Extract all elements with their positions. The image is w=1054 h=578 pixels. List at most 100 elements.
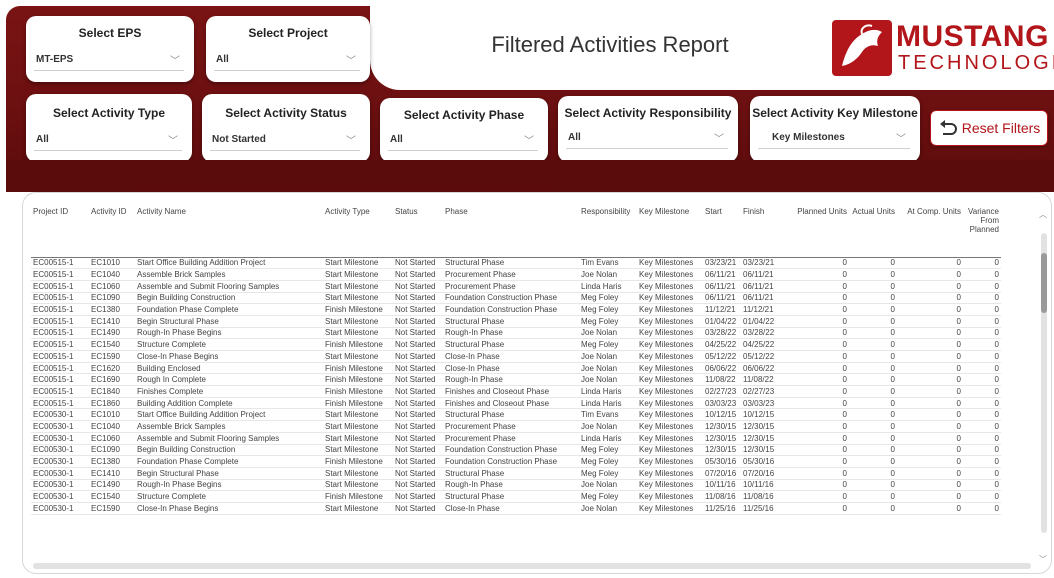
table-row[interactable]: EC00515-1 EC1060 Assemble and Submit Floor… bbox=[31, 280, 1001, 293]
table-row[interactable]: EC00515-1 EC1490 Rough-In Phase Begins Star… bbox=[31, 327, 1001, 340]
table-row[interactable]: EC00530-1 EC1410 Begin Structural Phase Sta… bbox=[31, 467, 1001, 480]
table-cell: Finish Milestone bbox=[323, 385, 393, 398]
activity-key-milestone-slicer[interactable]: Select Activity Key Milestone Key Milest… bbox=[750, 96, 920, 162]
column-header[interactable]: Activity Name bbox=[135, 205, 323, 258]
table-cell: 0 bbox=[963, 280, 1001, 293]
table-cell: Key Milestones bbox=[637, 338, 703, 351]
chevron-down-icon[interactable]: ﹀ bbox=[896, 130, 906, 145]
table-cell: 0 bbox=[963, 397, 1001, 410]
column-header[interactable]: Phase bbox=[443, 205, 579, 258]
table-cell: 11/12/21 bbox=[741, 303, 791, 316]
table-row[interactable]: EC00515-1 EC1860 Building Addition Complet… bbox=[31, 397, 1001, 410]
column-header[interactable]: Actual Units bbox=[849, 205, 897, 258]
table-row[interactable]: EC00515-1 EC1540 Structure Complete Finish … bbox=[31, 338, 1001, 351]
table-cell: 03/23/21 bbox=[703, 257, 741, 270]
chevron-down-icon[interactable]: ﹀ bbox=[170, 52, 180, 67]
scroll-up-icon[interactable]: ︿ bbox=[1039, 209, 1047, 220]
column-header[interactable]: Planned Units bbox=[791, 205, 849, 258]
table-cell: EC1090 bbox=[89, 444, 135, 457]
horizontal-scrollbar[interactable] bbox=[33, 563, 1031, 569]
table-cell: 0 bbox=[791, 479, 849, 492]
table-cell: 0 bbox=[791, 362, 849, 375]
chevron-down-icon[interactable]: ﹀ bbox=[346, 52, 356, 67]
column-header[interactable]: Variance From Planned bbox=[963, 205, 1001, 258]
activity-type-slicer-value[interactable]: All bbox=[36, 134, 49, 145]
table-cell: 03/28/22 bbox=[741, 327, 791, 340]
table-cell: 04/25/22 bbox=[741, 338, 791, 351]
activity-status-slicer[interactable]: Select Activity Status Not Started ﹀ bbox=[202, 94, 370, 162]
table-cell: Key Milestones bbox=[637, 373, 703, 387]
table-row[interactable]: EC00515-1 EC1410 Begin Structural Phase Sta… bbox=[31, 315, 1001, 328]
table-cell: EC00515-1 bbox=[31, 385, 89, 398]
column-header[interactable]: Activity Type bbox=[323, 205, 393, 258]
table-cell: EC00530-1 bbox=[31, 502, 89, 515]
activity-phase-slicer-value[interactable]: All bbox=[390, 134, 403, 145]
table-row[interactable]: EC00515-1 EC1620 Building Enclosed Finish M… bbox=[31, 362, 1001, 375]
table-cell: Not Started bbox=[393, 467, 443, 480]
scroll-down-icon[interactable]: ﹀ bbox=[1039, 554, 1047, 565]
table-cell: 0 bbox=[849, 432, 897, 445]
activity-phase-slicer[interactable]: Select Activity Phase All ﹀ bbox=[380, 98, 548, 162]
table-cell: Rough-In Phase bbox=[443, 479, 579, 492]
slicer-underline bbox=[214, 70, 360, 71]
table-row[interactable]: EC00530-1 EC1380 Foundation Phase Complete… bbox=[31, 455, 1001, 468]
chevron-down-icon[interactable]: ﹀ bbox=[346, 132, 356, 147]
table-row[interactable]: EC00515-1 EC1040 Assemble Brick Samples Sta… bbox=[31, 268, 1001, 281]
table-row[interactable]: EC00530-1 EC1040 Assemble Brick Samples Sta… bbox=[31, 420, 1001, 433]
column-header[interactable]: Finish bbox=[741, 205, 791, 258]
eps-slicer-value[interactable]: MT-EPS bbox=[36, 54, 73, 65]
table-row[interactable]: EC00515-1 EC1380 Foundation Phase Complete… bbox=[31, 303, 1001, 316]
table-cell: EC00530-1 bbox=[31, 444, 89, 457]
table-row[interactable]: EC00515-1 EC1690 Rough In Complete Finish M… bbox=[31, 373, 1001, 387]
chevron-down-icon[interactable]: ﹀ bbox=[524, 132, 534, 147]
column-header[interactable]: Activity ID bbox=[89, 205, 135, 258]
activity-responsibility-slicer-value[interactable]: All bbox=[568, 132, 581, 143]
table-row[interactable]: EC00530-1 EC1090 Begin Building Constructi… bbox=[31, 444, 1001, 457]
table-cell: EC00515-1 bbox=[31, 292, 89, 305]
table-cell: 0 bbox=[897, 303, 963, 316]
table-cell: 0 bbox=[897, 502, 963, 515]
table-row[interactable]: EC00530-1 EC1540 Structure Complete Finish … bbox=[31, 490, 1001, 503]
table-cell: Rough-In Phase bbox=[443, 327, 579, 340]
column-header[interactable]: At Comp. Units bbox=[897, 205, 963, 258]
table-cell: Start Office Building Addition Project bbox=[135, 408, 323, 422]
table-cell: 0 bbox=[849, 257, 897, 270]
table-row[interactable]: EC00515-1 EC1010 Start Office Building Add… bbox=[31, 257, 1001, 270]
table-row[interactable]: EC00530-1 EC1490 Rough-In Phase Begins Star… bbox=[31, 479, 1001, 492]
table-cell: Not Started bbox=[393, 502, 443, 515]
eps-slicer[interactable]: Select EPS MT-EPS ﹀ bbox=[26, 16, 194, 82]
table-cell: Rough-In Phase Begins bbox=[135, 479, 323, 492]
project-slicer[interactable]: Select Project All ﹀ bbox=[206, 16, 370, 82]
column-header[interactable]: Status bbox=[393, 205, 443, 258]
table-row[interactable]: EC00515-1 EC1590 Close-In Phase Begins Star… bbox=[31, 350, 1001, 363]
activity-key-milestone-slicer-value[interactable]: Key Milestones bbox=[772, 132, 845, 143]
table-row[interactable]: EC00530-1 EC1010 Start Office Building Add… bbox=[31, 408, 1001, 422]
table-row[interactable]: EC00530-1 EC1590 Close-In Phase Begins Star… bbox=[31, 502, 1001, 515]
column-header[interactable]: Start bbox=[703, 205, 741, 258]
activity-key-milestone-slicer-title: Select Activity Key Milestone bbox=[752, 106, 918, 120]
table-row[interactable]: EC00515-1 EC1090 Begin Building Constructi… bbox=[31, 292, 1001, 305]
activity-responsibility-slicer[interactable]: Select Activity Responsibility All ﹀ bbox=[558, 96, 738, 162]
column-header[interactable]: Responsibility bbox=[579, 205, 637, 258]
table-cell: Structural Phase bbox=[443, 408, 579, 422]
project-slicer-value[interactable]: All bbox=[216, 54, 229, 65]
table-row[interactable]: EC00515-1 EC1840 Finishes Complete Finish M… bbox=[31, 385, 1001, 398]
chevron-down-icon[interactable]: ﹀ bbox=[714, 130, 724, 145]
table-cell: 0 bbox=[849, 362, 897, 375]
vertical-scroll-thumb[interactable] bbox=[1041, 253, 1047, 313]
table-cell: Start Milestone bbox=[323, 467, 393, 480]
table-cell: Start Office Building Addition Project bbox=[135, 257, 323, 270]
table-cell: Assemble Brick Samples bbox=[135, 268, 323, 281]
table-cell: 05/30/16 bbox=[703, 455, 741, 468]
column-header[interactable]: Key Milestone bbox=[637, 205, 703, 258]
chevron-down-icon[interactable]: ﹀ bbox=[168, 132, 178, 147]
column-header[interactable]: Project ID bbox=[31, 205, 89, 258]
table-cell: Foundation Construction Phase bbox=[443, 292, 579, 305]
activity-status-slicer-value[interactable]: Not Started bbox=[212, 134, 266, 145]
activity-type-slicer[interactable]: Select Activity Type All ﹀ bbox=[26, 94, 192, 162]
table-cell: Building Addition Complete bbox=[135, 397, 323, 410]
reset-filters-button[interactable]: Reset Filters bbox=[930, 110, 1048, 146]
table-cell: 0 bbox=[963, 268, 1001, 281]
table-row[interactable]: EC00530-1 EC1060 Assemble and Submit Floor… bbox=[31, 432, 1001, 445]
table-header-row: Project ID Activity ID Activity Name Activi… bbox=[31, 205, 1001, 258]
